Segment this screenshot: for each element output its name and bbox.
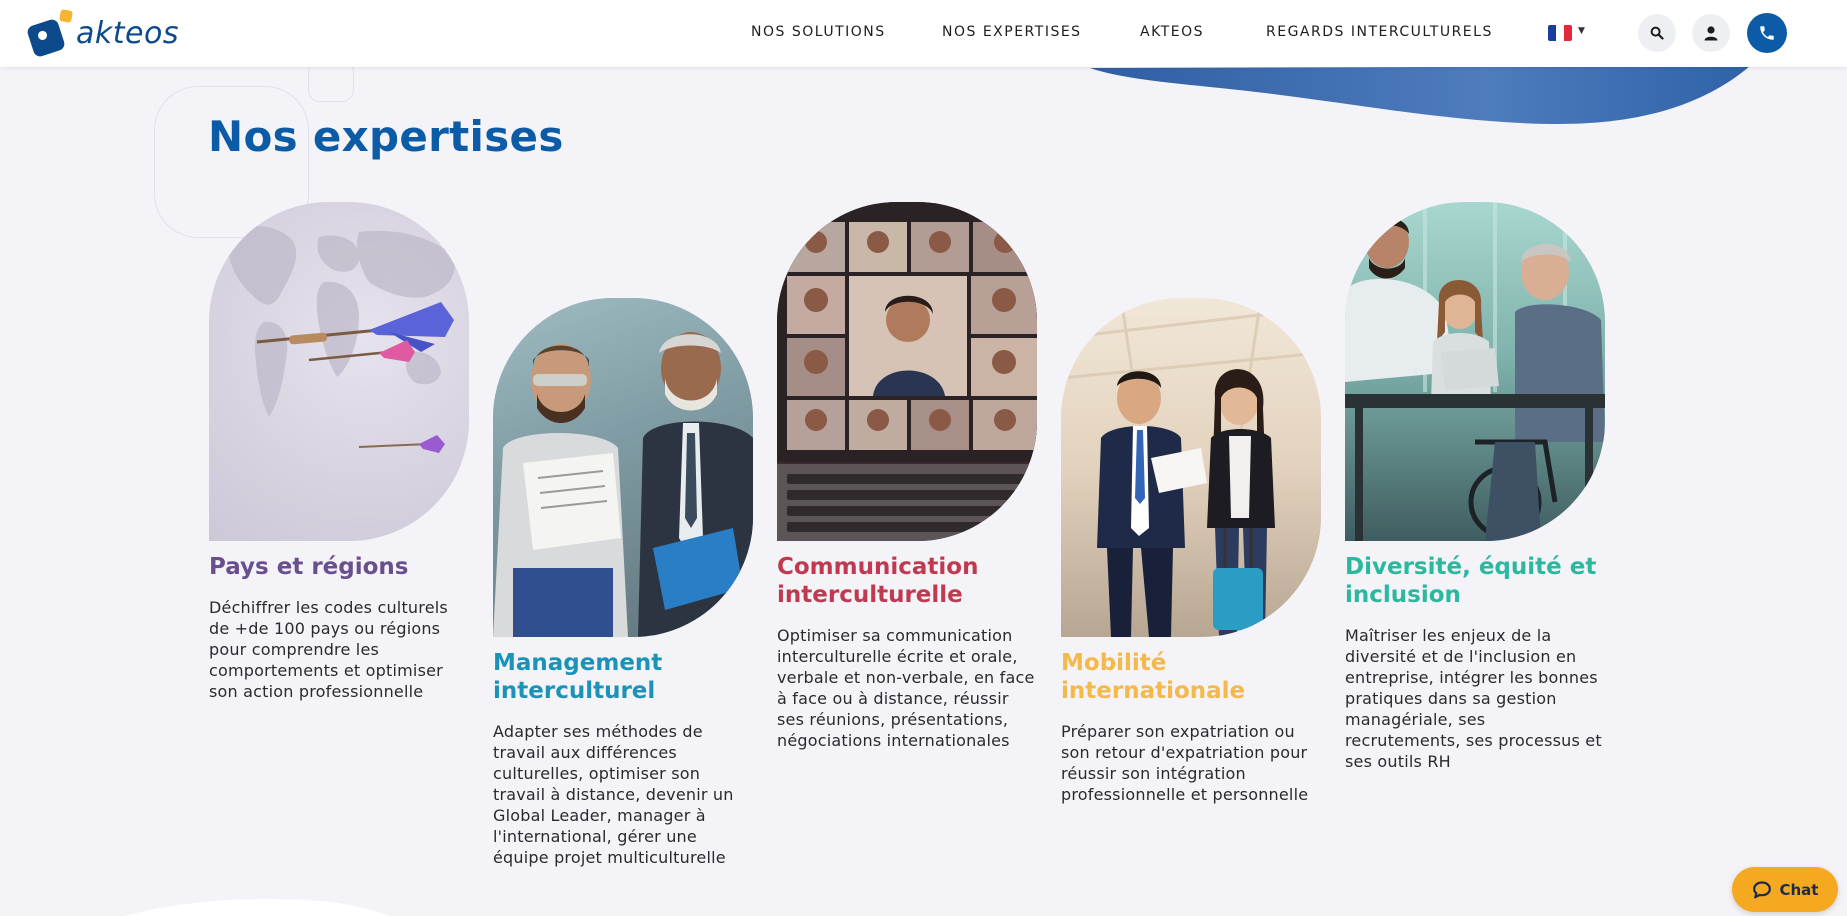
- search-icon: [1650, 26, 1664, 40]
- card-title[interactable]: Management interculturel: [493, 649, 753, 705]
- card-description: Déchiffrer les codes culturels de +de 10…: [209, 598, 448, 701]
- card-image[interactable]: [1345, 202, 1605, 541]
- chat-bubble-icon: [1752, 880, 1771, 898]
- business-travelers-image: [1061, 298, 1321, 637]
- card-title[interactable]: Communication interculturelle: [777, 553, 1037, 609]
- card-description: Adapter ses méthodes de travail aux diff…: [493, 722, 734, 867]
- team-meeting-image: [1345, 202, 1605, 541]
- phone-button[interactable]: [1747, 13, 1787, 53]
- card-description: Préparer son expatriation ou son retour …: [1061, 722, 1309, 804]
- expertise-card-management[interactable]: Management interculturel Adapter ses mét…: [493, 298, 753, 868]
- video-conference-image: [777, 202, 1037, 541]
- nav-item-expertises[interactable]: NOS EXPERTISES: [942, 24, 1082, 40]
- nav-item-solutions[interactable]: NOS SOLUTIONS: [751, 24, 886, 40]
- card-title[interactable]: Diversité, équité et inclusion: [1345, 553, 1605, 609]
- logo-wordmark: akteos: [76, 15, 179, 51]
- expertise-card-pays-regions[interactable]: Pays et régions Déchiffrer les codes cul…: [209, 202, 469, 702]
- chat-button[interactable]: Chat: [1732, 867, 1838, 912]
- header-wave-decoration: [1090, 66, 1750, 124]
- flag-fr-icon[interactable]: [1548, 25, 1572, 41]
- expertise-card-communication[interactable]: Communication interculturelle Optimiser …: [777, 202, 1037, 751]
- expertise-card-diversite[interactable]: Diversité, équité et inclusion Maîtriser…: [1345, 202, 1605, 772]
- nav-item-akteos[interactable]: AKTEOS: [1140, 24, 1204, 40]
- card-image[interactable]: [1061, 298, 1321, 637]
- phone-icon: [1760, 26, 1774, 40]
- akteos-logo[interactable]: akteos: [25, 8, 179, 59]
- card-title[interactable]: Pays et régions: [209, 553, 469, 581]
- footer-wave-decoration: [124, 898, 390, 916]
- chat-label: Chat: [1779, 880, 1819, 899]
- logo-mark-icon: [25, 8, 73, 59]
- user-icon: [1704, 26, 1718, 41]
- engineers-image: [493, 298, 753, 637]
- card-description: Optimiser sa communication interculturel…: [777, 626, 1035, 750]
- site-header: akteos NOS SOLUTIONS NOS EXPERTISES AKTE…: [0, 0, 1847, 67]
- search-button[interactable]: [1638, 14, 1676, 52]
- card-image[interactable]: [777, 202, 1037, 541]
- page-title: Nos expertises: [208, 112, 564, 161]
- card-description: Maîtriser les enjeux de la diversité et …: [1345, 626, 1602, 771]
- card-image[interactable]: [209, 202, 469, 541]
- card-image[interactable]: [493, 298, 753, 637]
- expertise-card-mobilite[interactable]: Mobilité internationale Préparer son exp…: [1061, 298, 1321, 805]
- darts-map-image: [228, 226, 455, 453]
- card-title[interactable]: Mobilité internationale: [1061, 649, 1321, 705]
- account-button[interactable]: [1692, 14, 1730, 52]
- chevron-down-icon[interactable]: ▼: [1578, 26, 1585, 36]
- nav-item-regards-interculturels[interactable]: REGARDS INTERCULTURELS: [1266, 24, 1493, 40]
